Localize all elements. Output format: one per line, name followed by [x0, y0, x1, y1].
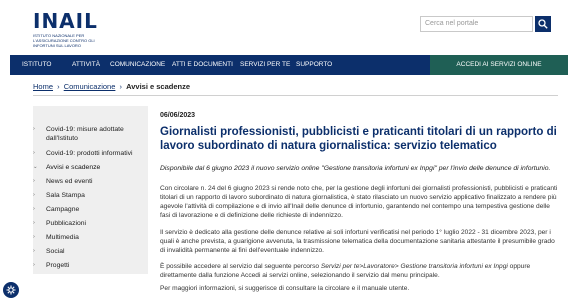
- breadcrumb: Home › Comunicazione › Avvisi e scadenze: [33, 82, 190, 91]
- sidebar-item-label: Campagne: [46, 206, 80, 213]
- breadcrumb-separator: ›: [57, 82, 60, 91]
- chevron-right-icon: ›: [33, 234, 35, 240]
- breadcrumb-current: Avvisi e scadenze: [126, 82, 191, 91]
- sidebar-item-label: Multimedia: [46, 234, 79, 241]
- cookie-settings-button[interactable]: [3, 282, 19, 298]
- chevron-right-icon: ›: [33, 126, 35, 132]
- online-services-button[interactable]: ACCEDI AI SERVIZI ONLINE: [430, 55, 568, 75]
- sidebar-item-pubblicazioni[interactable]: › Pubblicazioni: [33, 219, 148, 228]
- chevron-right-icon: ›: [33, 206, 35, 212]
- sidebar-item-news[interactable]: › News ed eventi: [33, 177, 148, 186]
- article-paragraph-4: Per maggiori informazioni, si suggerisce…: [160, 285, 410, 292]
- nav-item-servizi-per-te[interactable]: SERVIZI PER TE: [240, 55, 290, 75]
- search-input[interactable]: Cerca nel portale: [420, 16, 533, 32]
- logo-subtitle: ISTITUTO NAZIONALE PER L'ASSICURAZIONE C…: [33, 33, 95, 48]
- chevron-right-icon: ›: [33, 262, 35, 268]
- sidebar-item-label: Covid-19: misure adottate dall'Istituto: [46, 126, 124, 142]
- chevron-right-icon: ›: [33, 178, 35, 184]
- sidebar-item-label: News ed eventi: [46, 178, 93, 185]
- divider: [33, 95, 558, 96]
- article-paragraph-2: Il servizio è dedicato alla gestione del…: [160, 229, 555, 254]
- nav-item-attivita[interactable]: ATTIVITÀ: [72, 55, 100, 75]
- article-intro: Disponibile dal 6 giugno 2023 il nuovo s…: [160, 165, 551, 172]
- breadcrumb-section[interactable]: Comunicazione: [64, 82, 116, 91]
- sidebar-item-avvisi[interactable]: ⌄ Avvisi e scadenze: [33, 163, 148, 172]
- inail-logo[interactable]: INAIL ISTITUTO NAZIONALE PER L'ASSICURAZ…: [33, 11, 113, 48]
- chevron-right-icon: ›: [33, 248, 35, 254]
- site-header: INAIL ISTITUTO NAZIONALE PER L'ASSICURAZ…: [0, 0, 568, 55]
- article-date: 06/06/2023: [160, 112, 196, 119]
- chevron-right-icon: ›: [33, 192, 35, 198]
- gear-icon: [6, 285, 16, 295]
- nav-item-supporto[interactable]: SUPPORTO: [296, 55, 332, 75]
- sidebar-item-label: Progetti: [46, 262, 70, 269]
- paragraph-3-text-a: È possibile accedere al servizio dal seg…: [160, 263, 321, 270]
- article-date-row: 06/06/2023: [160, 112, 558, 119]
- page-title: Giornalisti professionisti, pubblicisti …: [160, 126, 557, 152]
- article-paragraph-3: È possibile accedere al servizio dal seg…: [160, 262, 558, 280]
- chevron-right-icon: ›: [33, 150, 35, 156]
- sidebar-item-label: Avvisi e scadenze: [46, 164, 101, 171]
- sidebar: › Covid-19: misure adottate dall'Istitut…: [33, 106, 148, 274]
- nav-item-atti-documenti[interactable]: ATTI E DOCUMENTI: [172, 55, 233, 75]
- logo-wordmark: INAIL: [33, 9, 98, 33]
- article-paragraph-1: Con circolare n. 24 del 6 giugno 2023 si…: [160, 185, 558, 219]
- service-path: Servizi per te>Lavoratore> Gestione tran…: [320, 263, 508, 270]
- chevron-right-icon: ›: [33, 220, 35, 226]
- sidebar-item-progetti[interactable]: › Progetti: [33, 261, 148, 270]
- sidebar-item-covid-prodotti[interactable]: › Covid-19: prodotti informativi: [33, 149, 148, 158]
- sidebar-item-covid-misure[interactable]: › Covid-19: misure adottate dall'Istitut…: [33, 125, 148, 143]
- sidebar-item-sala-stampa[interactable]: › Sala Stampa: [33, 191, 148, 200]
- breadcrumb-home[interactable]: Home: [33, 82, 53, 91]
- nav-item-comunicazione[interactable]: COMUNICAZIONE: [110, 55, 165, 75]
- sidebar-item-label: Social: [46, 248, 65, 255]
- search-icon: [538, 19, 548, 29]
- search-button[interactable]: [535, 16, 551, 32]
- sidebar-item-label: Covid-19: prodotti informativi: [46, 150, 133, 157]
- chevron-down-icon: ⌄: [33, 164, 38, 170]
- sidebar-item-multimedia[interactable]: › Multimedia: [33, 233, 148, 242]
- sidebar-item-label: Pubblicazioni: [46, 220, 87, 227]
- sidebar-item-social[interactable]: › Social: [33, 247, 148, 256]
- nav-item-istituto[interactable]: ISTITUTO: [22, 55, 52, 75]
- sidebar-item-campagne[interactable]: › Campagne: [33, 205, 148, 214]
- sidebar-item-label: Sala Stampa: [46, 192, 85, 199]
- breadcrumb-separator: ›: [119, 82, 123, 91]
